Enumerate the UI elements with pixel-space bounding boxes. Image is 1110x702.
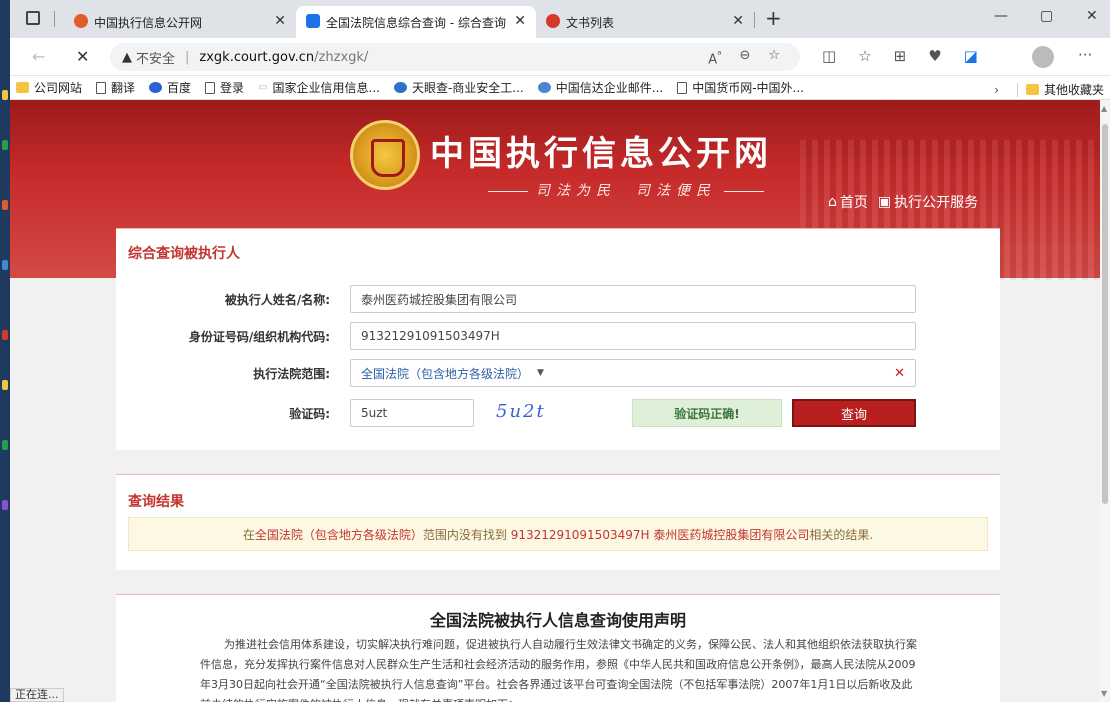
new-tab-icon[interactable]: + bbox=[765, 6, 782, 30]
split-screen-icon[interactable]: ◫ bbox=[822, 47, 836, 65]
workspaces-icon[interactable] bbox=[26, 11, 40, 25]
court-favicon-icon bbox=[74, 14, 88, 28]
declaration-title: 全国法院被执行人信息查询使用声明 bbox=[429, 611, 686, 630]
captcha-image[interactable]: 5u2t bbox=[496, 401, 566, 425]
name-input[interactable]: 泰州医药城控股集团有限公司 bbox=[350, 285, 916, 313]
tab-zxgk[interactable]: 中国执行信息公开网 ✕ bbox=[64, 6, 296, 38]
bookmark-item[interactable]: 翻译 bbox=[96, 79, 135, 96]
collections-icon[interactable]: ⊞ bbox=[894, 47, 907, 65]
read-aloud-icon[interactable]: Aᵃ bbox=[708, 48, 721, 67]
id-row: 身份证号码/组织机构代码: 91321291091503497H bbox=[116, 322, 1000, 350]
dropdown-caret-icon: ▼ bbox=[537, 368, 544, 378]
site-title: 中国执行信息公开网 bbox=[430, 134, 772, 174]
search-title: 综合查询被执行人 bbox=[128, 246, 240, 262]
extension-icon[interactable]: ◪ bbox=[964, 47, 978, 65]
desktop-taskbar-strip bbox=[0, 0, 10, 702]
more-options-icon[interactable]: ··· bbox=[1078, 46, 1092, 64]
page-viewport: 中国执行信息公开网 司法为民 司法便民 ⌂ 首页 ▣ 执行公开服务 综合查询被执行人… bbox=[10, 100, 1100, 702]
window-close-icon[interactable]: ✕ bbox=[1086, 8, 1098, 24]
stop-loading-icon[interactable]: ✕ bbox=[76, 47, 89, 66]
court-label: 执行法院范围: bbox=[253, 367, 330, 381]
favorites-icon[interactable]: ☆ bbox=[858, 47, 871, 65]
favorite-star-icon[interactable]: ☆ bbox=[768, 48, 780, 67]
bookmark-item[interactable]: ▭ 国家企业信用信息... bbox=[258, 79, 380, 96]
result-title: 查询结果 bbox=[128, 494, 184, 510]
declaration-card: 全国法院被执行人信息查询使用声明 为推进社会信用体系建设，切实解决执行难问题，促… bbox=[116, 594, 1000, 702]
bookmark-item[interactable]: 中国信达企业邮件... bbox=[537, 79, 663, 96]
folder-icon bbox=[16, 82, 29, 93]
close-tab-icon[interactable]: ✕ bbox=[732, 13, 744, 29]
scroll-up-icon[interactable]: ▲ bbox=[1101, 104, 1107, 113]
captcha-row: 验证码: 5uzt 5u2t 验证码正确! 查询 bbox=[116, 399, 1000, 427]
cinda-icon bbox=[537, 82, 551, 93]
declaration-text: 为推进社会信用体系建设，切实解决执行难问题，促进被执行人自动履行生效法律文书确定… bbox=[200, 638, 917, 702]
query-button[interactable]: 查询 bbox=[792, 399, 916, 427]
court-row: 执行法院范围: 全国法院（包含地方各级法院） ▼ ✕ bbox=[116, 359, 1000, 387]
document-icon bbox=[677, 81, 688, 94]
close-tab-icon[interactable]: ✕ bbox=[514, 13, 526, 29]
minimize-icon[interactable]: — bbox=[994, 8, 1008, 24]
tab-bar: 中国执行信息公开网 ✕ 全国法院信息综合查询 - 综合查询 ✕ 文书列表 ✕ +… bbox=[10, 0, 1110, 38]
home-icon: ⌂ bbox=[828, 194, 837, 210]
document-icon bbox=[96, 81, 107, 94]
bookmark-item[interactable]: 中国货币网-中国外... bbox=[677, 79, 804, 96]
url-host: zxgk.court.gov.cn bbox=[199, 49, 315, 65]
bookmark-item[interactable]: 登录 bbox=[205, 79, 244, 96]
warning-icon[interactable]: ▲ bbox=[122, 50, 132, 65]
other-favorites[interactable]: 其他收藏夹 bbox=[1025, 81, 1104, 98]
nav-service[interactable]: ▣ 执行公开服务 bbox=[878, 192, 978, 212]
result-message: 在全国法院（包含地方各级法院） 范围内没有找到 91321291091503497… bbox=[128, 517, 988, 551]
captcha-input[interactable]: 5uzt bbox=[350, 399, 474, 427]
top-nav: ⌂ 首页 ▣ 执行公开服务 bbox=[828, 192, 978, 212]
result-scope: 全国法院（包含地方各级法院） bbox=[254, 527, 423, 542]
back-icon[interactable]: ← bbox=[32, 47, 45, 66]
address-bar: ← ✕ ▲ 不安全 | zxgk.court.gov.cn/zhzxgk/ Aᵃ… bbox=[10, 38, 1110, 76]
result-target: 91321291091503497H 泰州医药城控股集团有限公司 bbox=[510, 527, 810, 542]
close-tab-icon[interactable]: ✕ bbox=[274, 13, 286, 29]
baidu-icon bbox=[149, 82, 163, 93]
page-scrollbar[interactable]: ▲ ▼ bbox=[1100, 100, 1110, 702]
scroll-down-icon[interactable]: ▼ bbox=[1101, 689, 1107, 698]
document-icon bbox=[205, 81, 216, 94]
globe-icon: ▭ bbox=[258, 82, 268, 93]
court-select[interactable]: 全国法院（包含地方各级法院） ▼ ✕ bbox=[350, 359, 916, 387]
wenshu-favicon-icon bbox=[546, 14, 560, 28]
bookmark-item[interactable]: 天眼查-商业安全工... bbox=[393, 79, 524, 96]
captcha-label: 验证码: bbox=[289, 407, 330, 421]
result-card: 查询结果 在全国法院（包含地方各级法院） 范围内没有找到 913212910915… bbox=[116, 474, 1000, 570]
more-bookmarks-icon[interactable]: › bbox=[994, 83, 999, 97]
id-input[interactable]: 91321291091503497H bbox=[350, 322, 916, 350]
tab-title: 全国法院信息综合查询 - 综合查询 bbox=[326, 15, 506, 30]
site-slogan: 司法为民 司法便民 bbox=[480, 180, 772, 200]
health-icon[interactable]: ♥ bbox=[928, 47, 941, 65]
tab-zhzxgk[interactable]: 全国法院信息综合查询 - 综合查询 ✕ bbox=[296, 6, 536, 38]
url-field[interactable]: ▲ 不安全 | zxgk.court.gov.cn/zhzxgk/ bbox=[110, 43, 800, 71]
tianyancha-icon bbox=[393, 82, 407, 93]
tab-title: 中国执行信息公开网 bbox=[94, 15, 203, 30]
url-path: /zhzxgk/ bbox=[314, 49, 369, 65]
status-bar: 正在连... bbox=[10, 688, 64, 702]
captcha-status: 验证码正确! bbox=[632, 399, 782, 427]
bookmark-item[interactable]: 百度 bbox=[149, 79, 191, 96]
profile-avatar[interactable] bbox=[1032, 46, 1054, 68]
name-row: 被执行人姓名/名称: 泰州医药城控股集团有限公司 bbox=[116, 285, 1000, 313]
clear-selection-icon[interactable]: ✕ bbox=[894, 366, 905, 381]
chart-icon: ▣ bbox=[877, 194, 892, 210]
restore-icon[interactable]: ▢ bbox=[1040, 8, 1053, 24]
court-emblem-icon bbox=[350, 120, 420, 190]
id-label: 身份证号码/组织机构代码: bbox=[188, 330, 330, 344]
name-label: 被执行人姓名/名称: bbox=[224, 293, 330, 307]
scroll-thumb[interactable] bbox=[1102, 124, 1108, 504]
insecure-label[interactable]: 不安全 bbox=[136, 48, 175, 67]
browser-window: 中国执行信息公开网 ✕ 全国法院信息综合查询 - 综合查询 ✕ 文书列表 ✕ +… bbox=[10, 0, 1110, 702]
search-card: 综合查询被执行人 被执行人姓名/名称: 泰州医药城控股集团有限公司 身份证号码/… bbox=[116, 228, 1000, 450]
tab-title: 文书列表 bbox=[566, 15, 615, 30]
bookmarks-bar: 公司网站 翻译 百度 登录 ▭ 国家企业信用信息... 天眼查-商业安全工... … bbox=[10, 76, 1110, 100]
bookmark-item[interactable]: 公司网站 bbox=[16, 79, 82, 96]
nav-home[interactable]: ⌂ 首页 bbox=[828, 192, 868, 212]
zoom-icon[interactable]: ⊖ bbox=[739, 48, 750, 67]
tab-wenshu[interactable]: 文书列表 ✕ bbox=[536, 6, 754, 38]
folder-icon bbox=[1025, 84, 1039, 95]
loading-favicon-icon bbox=[306, 14, 320, 28]
